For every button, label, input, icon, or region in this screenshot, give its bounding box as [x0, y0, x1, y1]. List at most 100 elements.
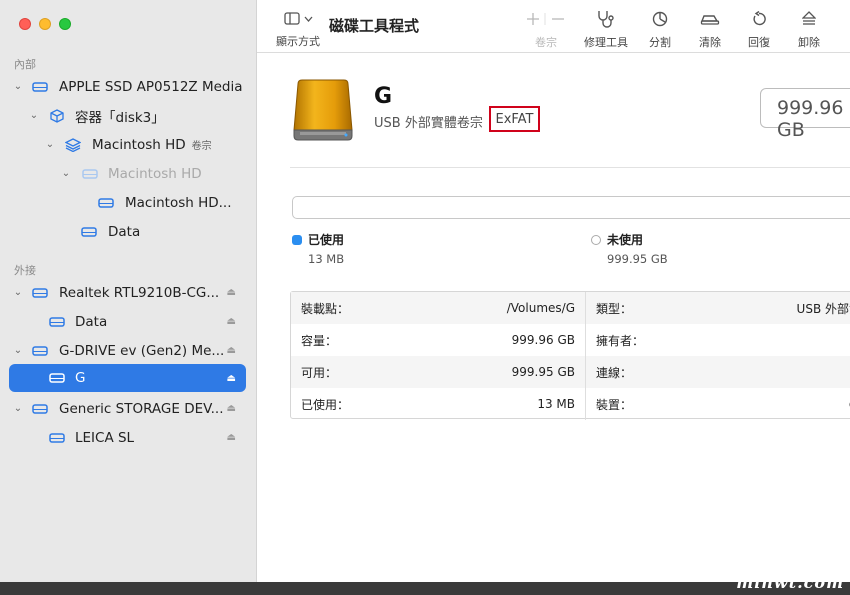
sidebar-item-label: Macintosh HD: [92, 136, 186, 153]
toolbar: 顯示方式 磁碟工具程式 卷宗 修理工具 分割 清除 回復 卸除: [257, 0, 850, 53]
volume-button[interactable]: 卷宗: [518, 8, 574, 50]
sidebar-item-macintosh-hd-volume[interactable]: ⌄ Macintosh HD: [9, 160, 246, 187]
sidebar-item-label: Macintosh HD: [108, 165, 202, 182]
disk-icon: [49, 371, 65, 385]
restore-button[interactable]: 回復: [731, 8, 787, 50]
eject-icon[interactable]: ⏏: [227, 316, 236, 327]
view-label: 顯示方式: [276, 35, 320, 48]
container-cube-icon: [49, 108, 65, 123]
sidebar-item-container[interactable]: ⌄ 容器「disk3」: [9, 102, 246, 129]
used-swatch: [292, 235, 302, 245]
free-value: 999.95 GB: [607, 252, 668, 266]
info-key: 擁有者：: [596, 333, 645, 348]
erase-label: 清除: [699, 36, 721, 49]
partition-button[interactable]: 分割: [632, 8, 688, 50]
sidebar-item-label: LEICA SL: [75, 429, 135, 446]
disk-icon: [32, 80, 48, 94]
sidebar-item-label: G-DRIVE ev (Gen2) Me...: [59, 342, 225, 359]
info-table: 裝載點： /Volumes/G 容量： 999.96 GB 可用： 999.95 GB…: [290, 291, 850, 420]
volume-format: ExFAT: [489, 106, 540, 132]
info-value: 999.95 GB: [511, 365, 575, 379]
used-value: 13 MB: [308, 252, 345, 266]
restore-arrow-icon: [731, 8, 787, 30]
sidebar-item-label: APPLE SSD AP0512Z Media: [59, 78, 243, 95]
eject-icon[interactable]: ⏏: [227, 287, 236, 298]
info-key: 已使用：: [301, 397, 350, 412]
sidebar-item-realtek[interactable]: ⌄ Realtek RTL9210B-CG... ⏏: [9, 279, 246, 306]
sidebar-item-label: Realtek RTL9210B-CG...: [59, 284, 220, 301]
info-key: 可用：: [301, 365, 338, 380]
volume-badge: 卷宗: [191, 140, 212, 152]
sidebar-item-macintosh-hd-group[interactable]: ⌄ Macintosh HD 卷宗: [9, 131, 246, 158]
view-button[interactable]: 顯示方式: [272, 10, 324, 49]
table-row: 類型： USB 外部實體: [586, 292, 850, 324]
legend-used: 已使用 13 MB: [292, 231, 344, 266]
section-external-label: 外接: [14, 264, 36, 277]
main-content: G USB 外部實體卷宗 ExFAT 999.96 GB 已使用 13 MB 未…: [257, 54, 850, 582]
sidebar-item-data-internal[interactable]: Data: [9, 218, 246, 245]
stethoscope-icon: [578, 8, 634, 30]
disk-icon: [32, 402, 48, 416]
chevron-down-icon[interactable]: ⌄: [13, 345, 23, 356]
sidebar-item-g-drive[interactable]: ⌄ G-DRIVE ev (Gen2) Me... ⏏: [9, 337, 246, 364]
disk-icon: [49, 431, 65, 445]
sidebar-item-leica-sl[interactable]: LEICA SL ⏏: [9, 424, 246, 451]
minimize-window-button[interactable]: [39, 18, 51, 30]
sidebar-item-label: Data: [108, 223, 141, 240]
table-row: 可用： 999.95 GB: [291, 356, 585, 388]
divider: [290, 167, 850, 168]
sidebar-item-label: 容器「disk3」: [75, 109, 165, 126]
sidebar-toggle-icon: [283, 12, 313, 25]
sidebar-item-label-wrap: Macintosh HD 卷宗: [92, 137, 212, 153]
sidebar-item-apple-ssd[interactable]: ⌄ APPLE SSD AP0512Z Media: [9, 73, 246, 100]
sidebar-item-g[interactable]: G ⏏: [9, 364, 246, 392]
disk-utility-window: 內部 ⌄ APPLE SSD AP0512Z Media ⌄ 容器「disk3」…: [0, 0, 850, 582]
eject-icon[interactable]: ⏏: [227, 432, 236, 443]
capacity-box: 999.96 GB: [760, 88, 850, 141]
table-row: 裝置：disk: [586, 388, 850, 420]
sidebar-item-data-external[interactable]: Data ⏏: [9, 308, 246, 335]
free-label: 未使用: [607, 233, 644, 247]
disk-icon: [81, 225, 97, 239]
eraser-car-icon: [682, 8, 738, 30]
pie-chart-icon: [632, 8, 688, 30]
sidebar-item-macintosh-hd-snapshot[interactable]: Macintosh HD...: [9, 189, 246, 216]
section-internal-label: 內部: [14, 58, 36, 71]
info-key: 連線：: [596, 365, 633, 380]
chevron-down-icon[interactable]: ⌄: [61, 168, 71, 179]
zoom-window-button[interactable]: [59, 18, 71, 30]
table-row: 連線：: [586, 356, 850, 388]
volume-subtitle: USB 外部實體卷宗: [374, 116, 483, 131]
eject-icon[interactable]: ⏏: [227, 345, 236, 356]
window-controls: [19, 18, 71, 30]
chevron-down-icon[interactable]: ⌄: [13, 81, 23, 92]
info-value: /Volumes/G: [506, 301, 575, 315]
plus-minus-icon: [518, 8, 574, 30]
table-row: 已使用： 13 MB: [291, 388, 585, 420]
chevron-down-icon[interactable]: ⌄: [13, 403, 23, 414]
chevron-down-icon[interactable]: ⌄: [13, 287, 23, 298]
disk-icon: [49, 315, 65, 329]
sidebar: 內部 ⌄ APPLE SSD AP0512Z Media ⌄ 容器「disk3」…: [0, 0, 257, 582]
unmount-button[interactable]: 卸除: [781, 8, 837, 50]
disk-icon: [32, 344, 48, 358]
chevron-down-icon[interactable]: ⌄: [29, 110, 39, 121]
volume-stack-icon: [65, 137, 81, 152]
legend-free: 未使用 999.95 GB: [591, 231, 668, 266]
free-swatch: [591, 235, 601, 245]
chevron-down-icon[interactable]: ⌄: [45, 139, 55, 150]
info-value: USB 外部實體: [796, 301, 850, 316]
usage-bar: [292, 196, 850, 219]
table-row: 擁有者：已: [586, 324, 850, 356]
first-aid-button[interactable]: 修理工具: [578, 8, 634, 50]
app-title: 磁碟工具程式: [329, 17, 420, 35]
first-aid-label: 修理工具: [584, 36, 628, 49]
partition-label: 分割: [649, 36, 671, 49]
erase-button[interactable]: 清除: [682, 8, 738, 50]
sidebar-item-generic-storage[interactable]: ⌄ Generic STORAGE DEV... ⏏: [9, 395, 246, 422]
eject-icon[interactable]: ⏏: [227, 373, 236, 384]
eject-icon[interactable]: ⏏: [227, 403, 236, 414]
close-window-button[interactable]: [19, 18, 31, 30]
info-key: 裝置：: [596, 397, 633, 412]
volume-name: G: [374, 84, 393, 109]
